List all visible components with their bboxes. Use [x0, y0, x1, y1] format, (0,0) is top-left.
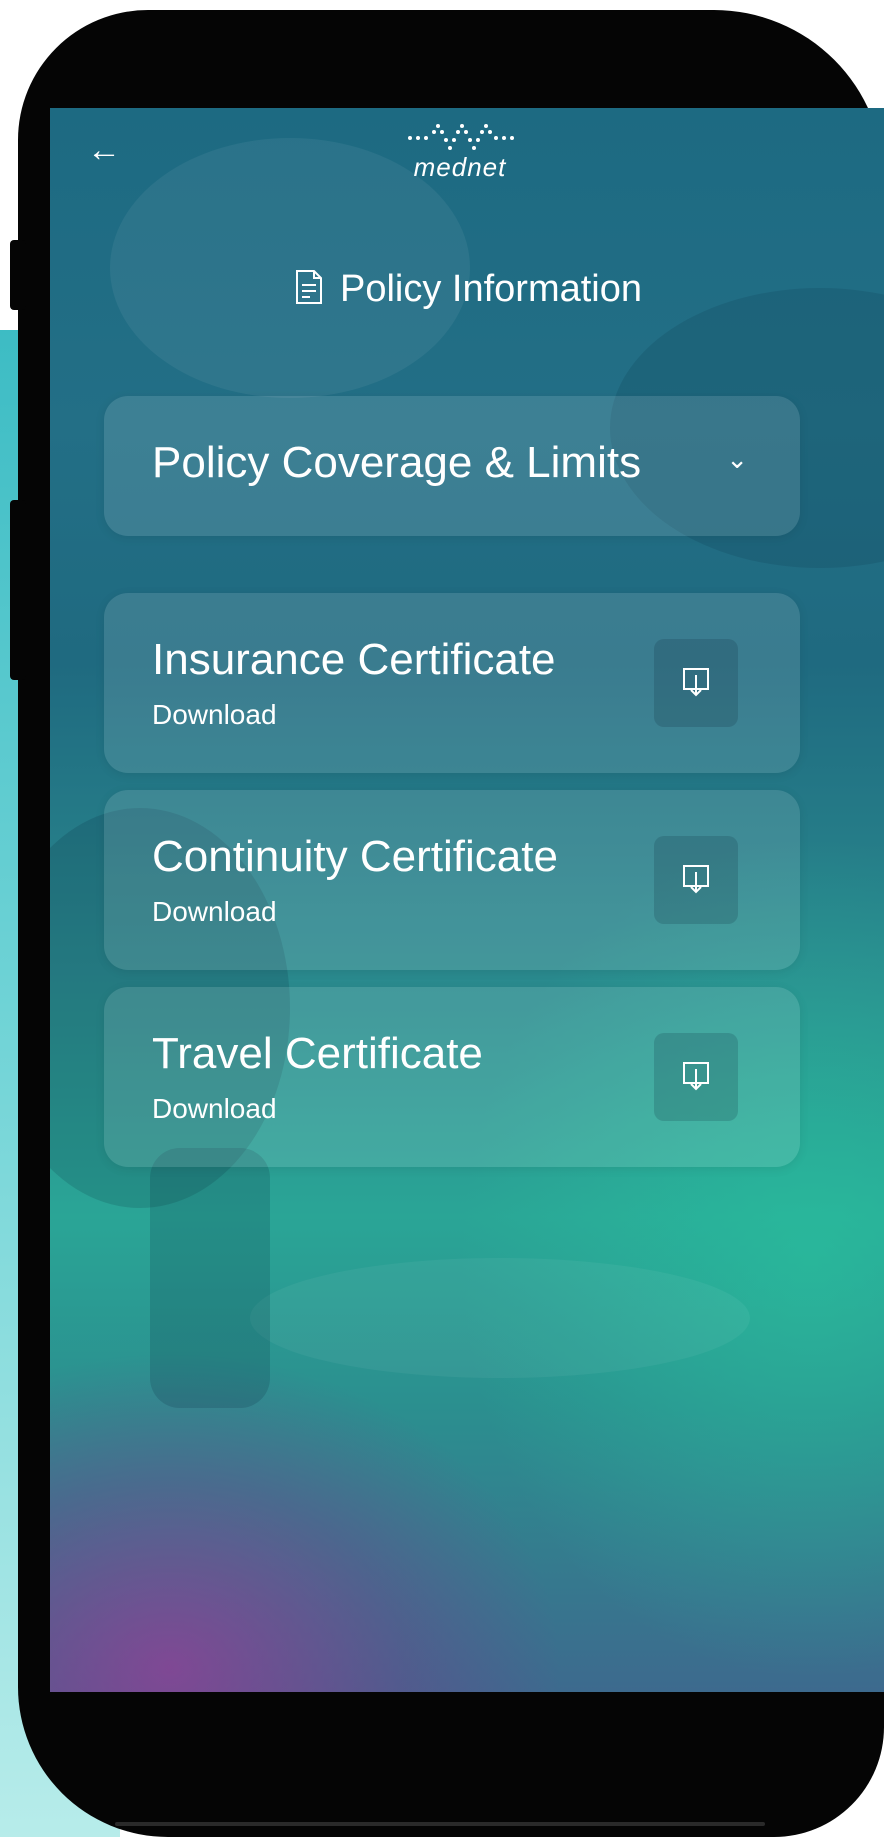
- mednet-logo: mednet: [360, 118, 560, 198]
- download-icon: [683, 1062, 709, 1091]
- app-screen: ← mednet Policy Information Policy Cover…: [50, 108, 884, 1692]
- accordion-label: Policy Coverage & Limits: [152, 438, 642, 487]
- certificate-action: Download: [152, 699, 277, 730]
- download-button[interactable]: [654, 836, 738, 924]
- certificate-title: Travel Certificate: [152, 1029, 483, 1078]
- certificate-title: Insurance Certificate: [152, 635, 556, 684]
- continuity-certificate-card[interactable]: Continuity Certificate Download: [104, 790, 800, 970]
- chevron-down-icon: ⌄: [726, 444, 748, 474]
- phone-side-button: [10, 500, 26, 680]
- certificate-action: Download: [152, 1093, 277, 1124]
- travel-certificate-card[interactable]: Travel Certificate Download: [104, 987, 800, 1167]
- download-icon: [683, 668, 709, 697]
- download-button[interactable]: [654, 1033, 738, 1121]
- certificate-title: Continuity Certificate: [152, 832, 558, 881]
- document-icon: [295, 270, 322, 304]
- background-texture: [150, 1148, 270, 1408]
- download-button[interactable]: [654, 639, 738, 727]
- policy-coverage-accordion[interactable]: Policy Coverage & Limits ⌄: [104, 396, 800, 536]
- logo-text: mednet: [413, 152, 507, 182]
- certificate-action: Download: [152, 896, 277, 927]
- insurance-certificate-card[interactable]: Insurance Certificate Download: [104, 593, 800, 773]
- page-title-text: Policy Information: [339, 268, 642, 310]
- arrow-left-icon[interactable]: ←: [84, 130, 124, 170]
- page-title: Policy Information: [50, 268, 884, 311]
- background-texture: [250, 1258, 750, 1378]
- download-icon: [683, 865, 709, 894]
- home-indicator: [115, 1822, 765, 1826]
- phone-side-button: [10, 240, 26, 310]
